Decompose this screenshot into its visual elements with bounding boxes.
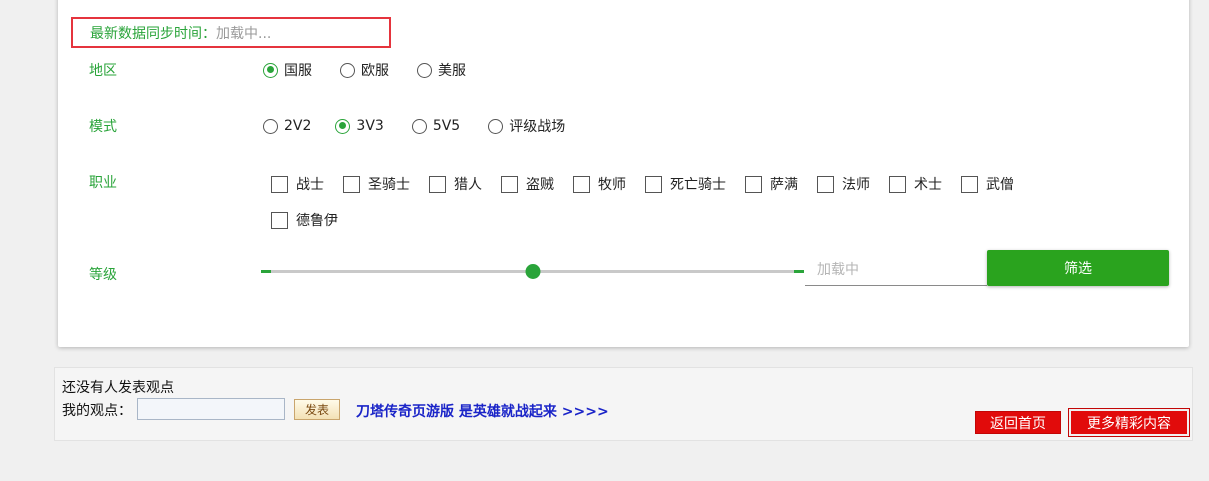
region-option-label: 国服 [284,63,312,79]
class-option[interactable]: 盗贼 [501,174,554,194]
class-option-label: 猎人 [454,177,482,193]
region-option-label: 美服 [438,63,466,79]
class-option[interactable]: 战士 [271,174,324,194]
home-button[interactable]: 返回首页 [975,411,1061,434]
more-content-button[interactable]: 更多精彩内容 [1068,408,1190,437]
radio-icon[interactable] [411,118,427,134]
checkbox-icon[interactable] [429,175,446,193]
checkbox-icon[interactable] [501,175,518,193]
radio-checked-icon[interactable] [263,62,278,78]
slider-max-handle[interactable] [794,270,804,273]
class-option-label: 圣骑士 [368,177,410,193]
class-option-label: 萨满 [770,177,798,193]
filter-button[interactable]: 筛选 [987,250,1169,286]
mode-option-label: 5V5 [432,118,461,134]
class-option-label: 战士 [296,177,324,193]
class-option-label: 德鲁伊 [296,213,338,229]
class-option[interactable]: 牧师 [573,174,626,194]
sync-time-label: 最新数据同步时间： [90,25,216,42]
region-option-eu[interactable]: 欧服 [340,60,389,80]
checkbox-icon[interactable] [573,175,590,193]
sync-time-box: 最新数据同步时间： 加载中... [71,17,391,48]
checkbox-icon[interactable] [889,175,906,193]
no-comment-text: 还没有人发表观点 [62,380,174,396]
comment-section: 还没有人发表观点 我的观点： 发表 刀塔传奇页游版 是英雄就战起来 >>>> 返… [54,367,1193,441]
radio-checked-icon[interactable] [335,118,351,134]
class-option-label: 术士 [914,177,942,193]
region-option-label: 欧服 [361,63,389,79]
slider-min-handle[interactable] [261,270,271,273]
radio-icon[interactable] [340,62,355,78]
class-option-label: 盗贼 [526,177,554,193]
class-option-label: 牧师 [598,177,626,193]
mode-label: 模式 [89,119,117,135]
checkbox-icon[interactable] [271,211,288,229]
class-option[interactable]: 术士 [889,174,942,194]
slider-thumb[interactable] [525,264,540,279]
sync-time-value: 加载中... [216,25,272,42]
class-label: 职业 [89,175,117,191]
radio-icon[interactable] [417,62,432,78]
mode-option-label: 3V3 [356,118,384,134]
mode-option-5v5[interactable]: 5V5 [411,118,461,134]
class-options: 战士 圣骑士 猎人 盗贼 牧师 死亡骑士 萨满 法师 术士 武僧 德鲁伊 [271,172,1121,244]
checkbox-icon[interactable] [271,175,288,193]
class-option[interactable]: 圣骑士 [343,174,410,194]
my-view-label: 我的观点： [62,403,132,419]
class-option[interactable]: 武僧 [961,174,1014,194]
mode-option-label: 评级战场 [509,119,566,135]
region-option-cn[interactable]: 国服 [263,60,312,80]
class-option-label: 法师 [842,177,870,193]
mode-options: 2V2 3V3 5V5 评级战场 [263,116,593,136]
region-options: 国服 欧服 美服 [263,60,494,80]
region-option-us[interactable]: 美服 [417,60,466,80]
level-label: 等级 [89,267,117,283]
radio-icon[interactable] [263,118,278,134]
region-label: 地区 [89,63,117,79]
mode-option-2v2[interactable]: 2V2 [263,118,311,134]
checkbox-icon[interactable] [343,175,360,193]
promo-link[interactable]: 刀塔传奇页游版 是英雄就战起来 >>>> [356,401,609,421]
class-option[interactable]: 德鲁伊 [271,210,338,230]
post-button[interactable]: 发表 [294,399,340,420]
radio-icon[interactable] [488,118,504,134]
class-option-label: 死亡骑士 [670,177,726,193]
checkbox-icon[interactable] [745,175,762,193]
class-option[interactable]: 猎人 [429,174,482,194]
class-option[interactable]: 法师 [817,174,870,194]
level-slider[interactable] [261,264,804,279]
mode-option-3v3[interactable]: 3V3 [335,118,384,134]
checkbox-icon[interactable] [961,175,978,193]
class-option[interactable]: 死亡骑士 [645,174,726,194]
filter-panel: 最新数据同步时间： 加载中... 地区 国服 欧服 美服 模式 2V2 3V3 [58,0,1189,347]
mode-option-label: 2V2 [284,118,312,134]
class-option[interactable]: 萨满 [745,174,798,194]
class-option-label: 武僧 [986,177,1014,193]
checkbox-icon[interactable] [645,175,662,193]
mode-option-rated-bg[interactable]: 评级战场 [488,116,565,136]
view-input[interactable] [137,398,285,420]
level-input[interactable] [805,254,987,286]
checkbox-icon[interactable] [817,175,834,193]
